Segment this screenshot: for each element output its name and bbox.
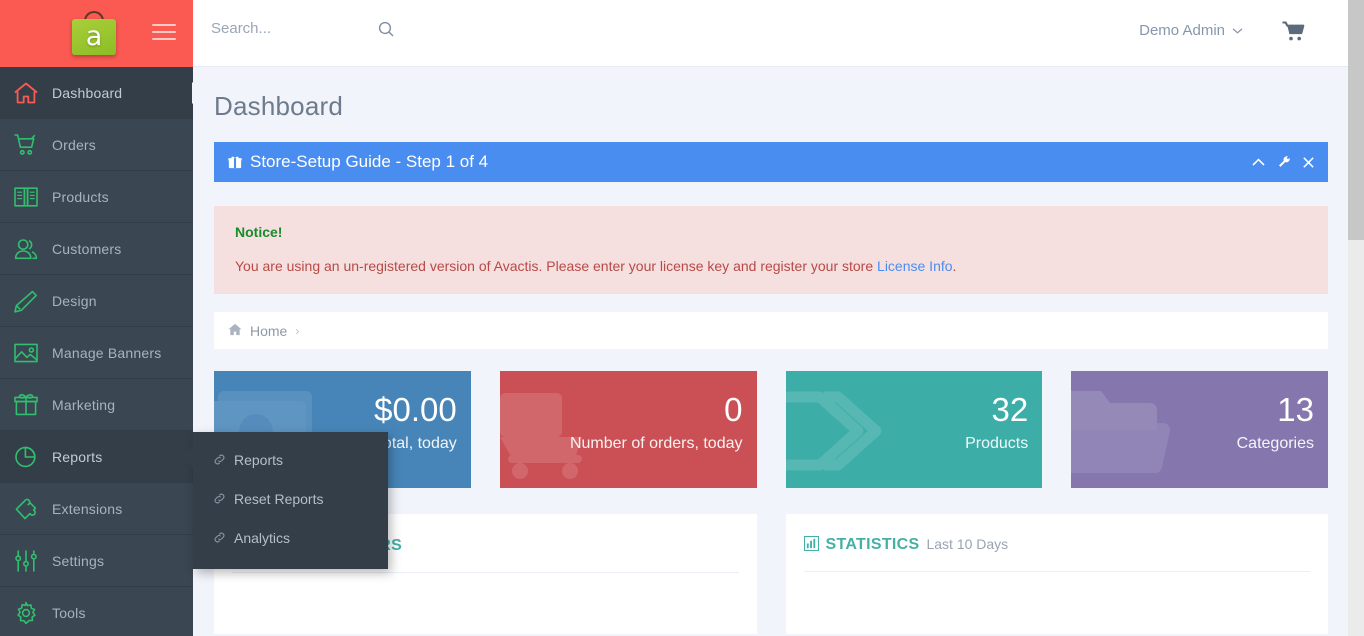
folder-icon (1071, 379, 1187, 488)
sidebar-item-marketing[interactable]: Marketing (0, 379, 193, 431)
scrollbar-thumb[interactable] (1348, 0, 1364, 240)
sidebar-item-settings[interactable]: Settings (0, 535, 193, 587)
stat-value: 0 (724, 391, 743, 428)
notice-text: You are using an un-registered version o… (235, 258, 1307, 274)
stat-value: 32 (991, 391, 1029, 428)
submenu-label: Reports (234, 451, 284, 468)
sidebar-item-tools[interactable]: Tools (0, 587, 193, 636)
stat-value: $0.00 (374, 391, 457, 428)
chevron-down-icon (1232, 22, 1243, 39)
sidebar-item-dashboard[interactable]: Dashboard (0, 67, 203, 119)
collapse-icon[interactable] (1251, 157, 1266, 168)
admin-dashboard-app: a Dashboard Orders Products Customers Design… (0, 0, 1364, 636)
statistics-panel: STATISTICS Last 10 Days (785, 514, 1328, 634)
sidebar-logo-bar: a (0, 0, 193, 67)
image-icon (0, 341, 52, 365)
stat-card-orders-today[interactable]: 0 Number of orders, today (499, 371, 757, 488)
breadcrumb-separator: › (295, 323, 300, 338)
sidebar-item-label: Products (52, 188, 109, 205)
users-icon (0, 237, 52, 261)
search-icon[interactable] (376, 19, 396, 44)
vertical-scrollbar[interactable] (1348, 0, 1364, 636)
gift-icon (0, 393, 52, 417)
gift-icon (228, 155, 242, 169)
search-box (211, 20, 396, 48)
submenu-item-reset-reports[interactable]: Reset Reports (193, 479, 388, 518)
hamburger-menu-icon[interactable] (152, 24, 176, 40)
sidebar-item-label: Marketing (52, 396, 116, 413)
stat-label: Products (965, 435, 1029, 452)
top-bar: Demo Admin (193, 0, 1348, 67)
panel-subtitle: Last 10 Days (926, 536, 1009, 552)
notice-title: Notice! (235, 224, 283, 240)
puzzle-icon (0, 497, 52, 521)
stat-label: Number of orders, today (569, 435, 743, 452)
stat-card-products[interactable]: 32 Products (785, 371, 1043, 488)
home-icon (228, 323, 242, 339)
sidebar-item-design[interactable]: Design (0, 275, 193, 327)
panel-header: STATISTICS Last 10 Days (803, 534, 1310, 572)
license-info-link[interactable]: License Info (877, 258, 953, 274)
panel-tools (1251, 142, 1315, 182)
stat-value: 13 (1277, 391, 1314, 428)
sidebar-item-label: Extensions (52, 500, 123, 517)
close-icon[interactable] (1302, 156, 1315, 169)
sidebar-item-label: Customers (52, 240, 122, 257)
sidebar-item-orders[interactable]: Orders (0, 119, 193, 171)
user-name: Demo Admin (1139, 22, 1225, 39)
sidebar-item-label: Settings (52, 552, 105, 569)
sidebar-item-label: Dashboard (52, 84, 123, 101)
sliders-icon (0, 549, 52, 573)
breadcrumb: Home › (214, 312, 1328, 349)
pie-chart-icon (0, 445, 52, 469)
sidebar-item-label: Manage Banners (52, 344, 162, 361)
sidebar-item-label: Tools (52, 604, 86, 621)
submenu-label: Analytics (234, 529, 291, 546)
wrench-icon[interactable] (1277, 155, 1291, 169)
sidebar-item-label: Design (52, 292, 97, 309)
sidebar-nav: Dashboard Orders Products Customers Design Ma… (0, 67, 203, 636)
home-icon (0, 81, 52, 105)
store-setup-guide-panel-header: Store-Setup Guide - Step 1 of 4 (214, 142, 1328, 182)
link-icon (213, 492, 226, 505)
reports-submenu: Reports Reset Reports Analytics (182, 432, 388, 569)
notice-text-after: . (952, 258, 957, 274)
link-icon (213, 531, 226, 544)
tags-icon (785, 379, 902, 488)
avactis-logo[interactable]: a (72, 11, 116, 55)
book-icon (0, 185, 52, 209)
stat-card-categories[interactable]: 13 Categories (1071, 371, 1328, 488)
cart-icon (499, 379, 616, 488)
user-menu[interactable]: Demo Admin (1139, 22, 1243, 39)
sidebar-item-customers[interactable]: Customers (0, 223, 193, 275)
bar-chart-icon (803, 536, 819, 551)
search-input[interactable] (211, 20, 371, 37)
sidebar-item-extensions[interactable]: Extensions (0, 483, 193, 535)
license-notice: Notice! You are using an un-registered v… (214, 206, 1328, 294)
submenu-label: Reset Reports (234, 490, 324, 507)
page-title: Dashboard (214, 91, 343, 121)
cart-icon[interactable] (1281, 20, 1306, 49)
gear-icon (0, 601, 52, 625)
logo-letter: a (85, 20, 103, 52)
sidebar-item-label: Reports (52, 448, 103, 465)
submenu-item-reports[interactable]: Reports (193, 440, 388, 479)
link-icon (213, 453, 226, 466)
panel-title: STATISTICS (825, 536, 920, 553)
store-setup-guide-title: Store-Setup Guide - Step 1 of 4 (250, 152, 489, 171)
sidebar-item-manage-banners[interactable]: Manage Banners (0, 327, 193, 379)
sidebar-item-label: Orders (52, 136, 96, 153)
shopping-cart-icon (0, 133, 52, 157)
submenu-item-analytics[interactable]: Analytics (193, 518, 388, 557)
pencil-icon (0, 289, 52, 313)
breadcrumb-item-home[interactable]: Home (250, 323, 287, 339)
notice-text-before: You are using an un-registered version o… (235, 258, 878, 274)
sidebar-item-reports[interactable]: Reports (0, 431, 203, 483)
sidebar: a Dashboard Orders Products Customers Design… (0, 0, 203, 636)
sidebar-item-products[interactable]: Products (0, 171, 193, 223)
stat-label: Categories (1236, 435, 1314, 452)
